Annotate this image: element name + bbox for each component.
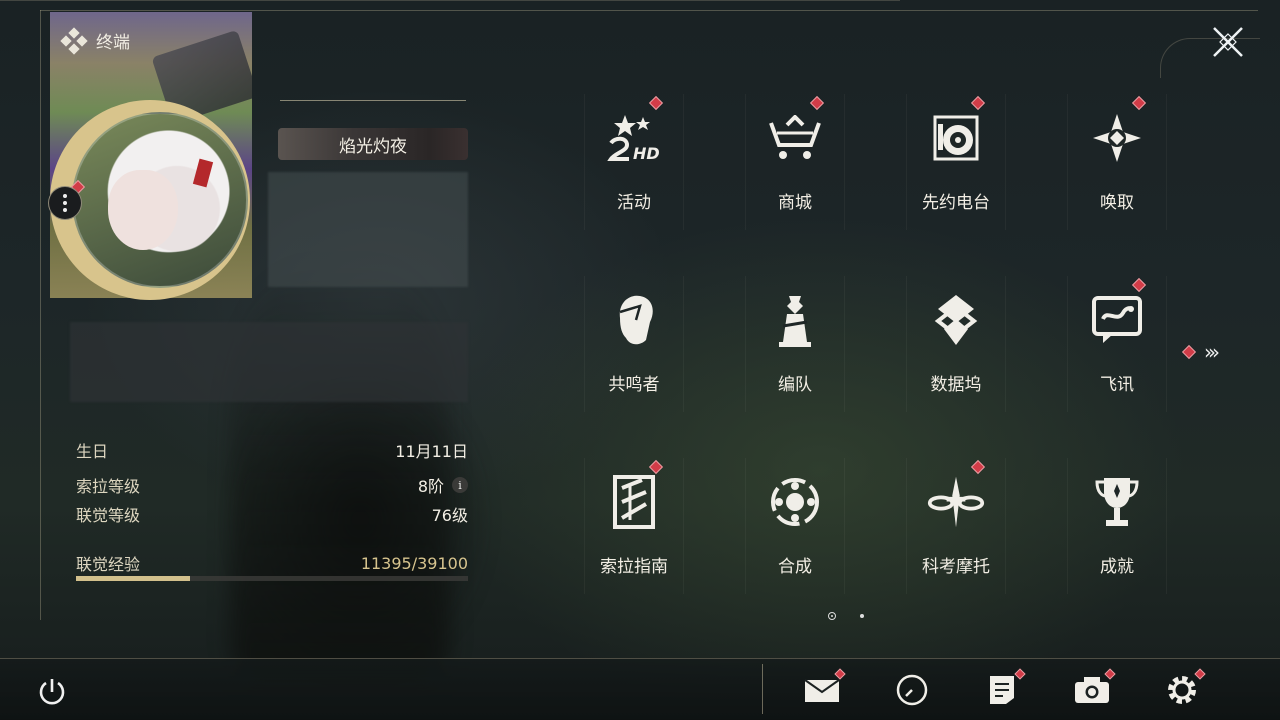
team-chess-icon — [765, 290, 825, 350]
menu-item[interactable]: 合成 — [745, 458, 845, 594]
stat-label: 生日 — [76, 442, 109, 461]
menu-item-label: 成就 — [1100, 557, 1134, 577]
resonator-head-icon — [604, 290, 664, 350]
frame-left-line — [40, 10, 41, 620]
menu-item-label: 飞讯 — [1100, 375, 1134, 395]
radio-record-icon — [926, 108, 986, 168]
menu-item[interactable]: 成就 — [1067, 458, 1167, 594]
menu-item-label: 唤取 — [1100, 193, 1134, 213]
avatar-face — [108, 170, 178, 250]
motorcycle-icon — [926, 472, 986, 532]
stat-value: 11月11日 — [395, 442, 468, 461]
event-2hd-icon: HD — [604, 108, 664, 168]
clock-icon — [896, 674, 928, 706]
page-indicator — [828, 612, 864, 620]
menu-item[interactable]: 先约电台 — [906, 94, 1006, 230]
menu-item-label: 先约电台 — [922, 193, 990, 213]
settings-button[interactable] — [1160, 668, 1206, 712]
menu-item[interactable]: 唤取 — [1067, 94, 1167, 230]
camera-icon — [1075, 677, 1109, 703]
synthesis-orbit-icon — [765, 472, 825, 532]
guidebook-icon — [604, 472, 664, 532]
menu-item[interactable]: 数据坞 — [906, 276, 1006, 412]
more-options-button[interactable] — [48, 186, 82, 220]
notice-button[interactable] — [980, 668, 1026, 712]
convene-compass-icon — [1087, 108, 1147, 168]
stat-value: 76级 — [431, 506, 468, 525]
menu-item[interactable]: 飞讯 — [1067, 276, 1167, 412]
mail-button[interactable] — [800, 668, 846, 712]
menu-item-label: 数据坞 — [930, 375, 982, 395]
menu-item[interactable]: 科考摩托 — [906, 458, 1006, 594]
trophy-icon — [1087, 472, 1147, 532]
stat-label: 索拉等级 — [76, 477, 141, 496]
double-chevron-right-icon: ››› — [1204, 340, 1220, 364]
title-badge[interactable]: 焰光灼夜 — [278, 128, 468, 160]
mail-icon — [804, 679, 840, 702]
next-page-notify-dot — [1181, 344, 1197, 360]
page-header: 终端 — [60, 26, 130, 55]
info-icon[interactable]: i — [452, 477, 468, 493]
stat-label: 联觉等级 — [76, 506, 141, 525]
gear-icon — [1168, 676, 1196, 704]
frame-top-right-line — [0, 0, 900, 1]
svg-text:HD: HD — [633, 144, 660, 163]
power-icon[interactable] — [34, 674, 70, 710]
camera-button[interactable] — [1070, 668, 1116, 712]
page-title: 终端 — [96, 33, 130, 53]
stat-value-group: 8阶 i — [418, 473, 468, 497]
notice-icon — [990, 676, 1014, 704]
menu-item-label: 合成 — [778, 557, 812, 577]
close-icon[interactable] — [1208, 22, 1248, 62]
signature-redacted[interactable] — [70, 322, 468, 402]
player-name-redacted — [268, 172, 468, 287]
stat-union-exp: 联觉经验 11395/39100 — [76, 551, 468, 575]
stat-sol-rank: 索拉等级 8阶 i — [76, 473, 468, 497]
menu-item[interactable]: HD 活动 — [584, 94, 684, 230]
stat-label: 联觉经验 — [76, 555, 141, 574]
menu-item-label: 索拉指南 — [600, 557, 668, 577]
terminal-logo-icon — [60, 26, 88, 55]
menu-item-label: 活动 — [617, 193, 651, 213]
exp-progress-fill — [76, 576, 191, 581]
frame-top-line — [40, 10, 1258, 11]
stat-union-level: 联觉等级 76级 — [76, 502, 468, 526]
title-divider — [280, 100, 466, 101]
page-dot-1[interactable] — [828, 612, 836, 620]
menu-item-label: 共鸣者 — [608, 375, 660, 395]
menu-item[interactable]: 商城 — [745, 94, 845, 230]
title-badge-label: 焰光灼夜 — [339, 136, 407, 157]
shop-cart-icon — [765, 108, 825, 168]
stat-value: 8阶 — [417, 477, 444, 496]
stat-birthday: 生日 11月11日 — [76, 438, 468, 462]
page-dot-2[interactable] — [860, 614, 864, 618]
next-page-button[interactable]: ››› — [1181, 340, 1220, 364]
menu-item[interactable]: 索拉指南 — [584, 458, 684, 594]
clock-button[interactable] — [890, 668, 934, 712]
toolbar-divider — [762, 664, 763, 714]
exp-progress-bar — [76, 576, 468, 581]
message-chat-icon — [1087, 290, 1147, 350]
menu-item[interactable]: 共鸣者 — [584, 276, 684, 412]
menu-item-label: 编队 — [778, 375, 812, 395]
stat-value: 11395/39100 — [360, 553, 468, 573]
menu-item-label: 科考摩托 — [922, 557, 990, 577]
menu-item-label: 商城 — [778, 193, 812, 213]
data-bank-icon — [926, 290, 986, 350]
menu-item[interactable]: 编队 — [745, 276, 845, 412]
